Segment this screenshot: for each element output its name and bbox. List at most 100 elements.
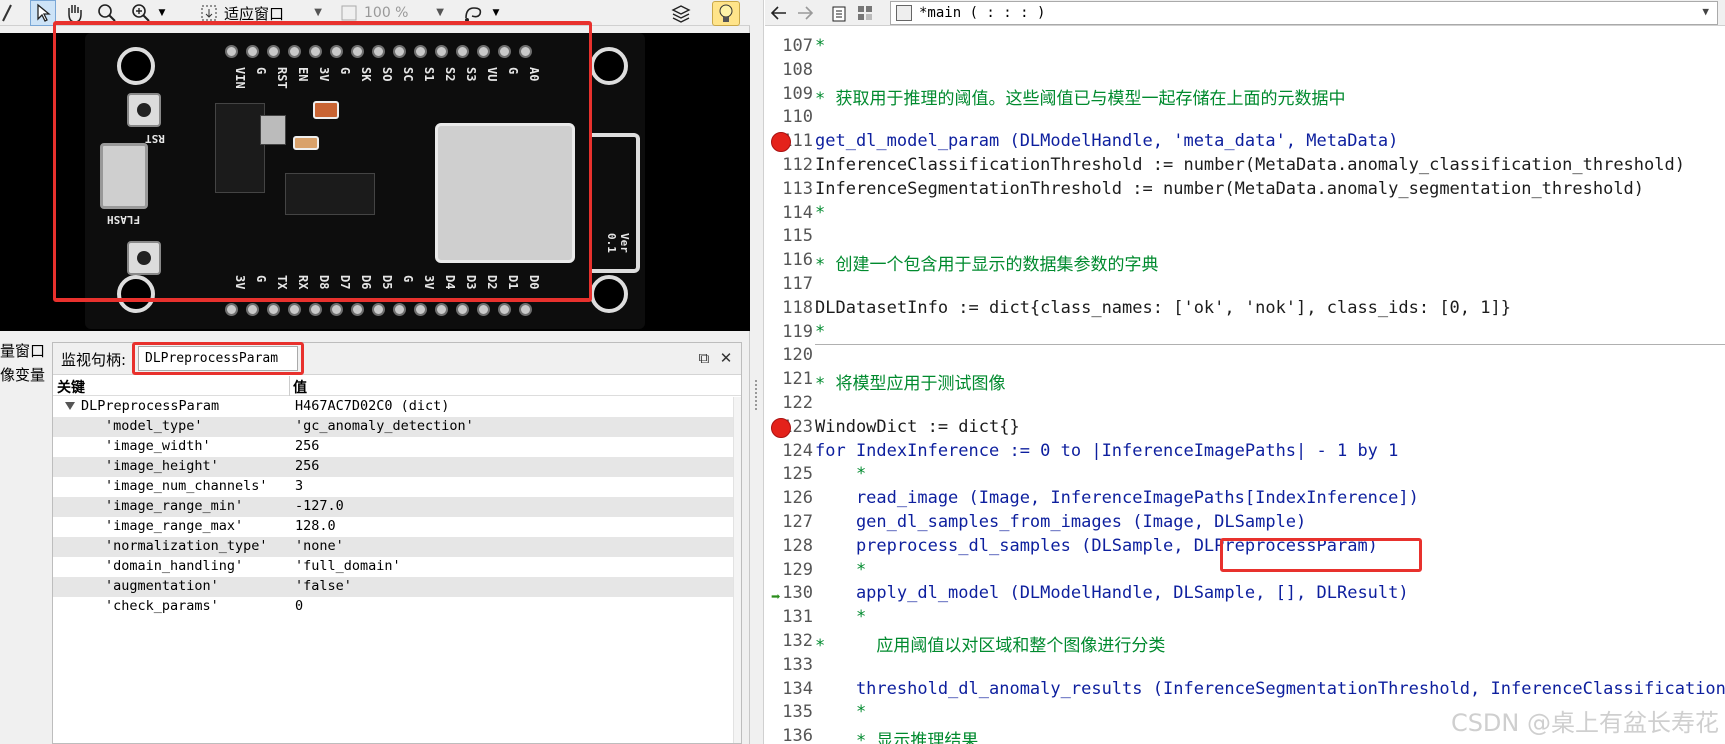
code-line[interactable]: 126 read_image (Image, InferenceImagePat… [765, 487, 1725, 511]
code-line[interactable]: 127 gen_dl_samples_from_images (Image, D… [765, 511, 1725, 535]
code-line[interactable]: 129 * [765, 559, 1725, 583]
expand-triangle-icon[interactable] [65, 402, 75, 410]
code-line[interactable]: 112 InferenceClassificationThreshold := n… [765, 154, 1725, 178]
editor-toolbar: *main ( : : : ) ▼ [765, 0, 1725, 26]
zoom-percent-value: 100 % [364, 5, 409, 21]
capacitor [293, 136, 319, 150]
pointer-icon[interactable] [30, 0, 56, 26]
code-line[interactable]: 108 [765, 59, 1725, 83]
code-line[interactable]: 121 * 将模型应用于测试图像 [765, 368, 1725, 394]
zoom-dropdown-arrow-icon[interactable]: ▼ [156, 0, 168, 26]
watch-scrollbar[interactable] [733, 397, 741, 743]
line-number: 110 [782, 107, 813, 128]
forward-arrow-icon[interactable] [793, 0, 817, 26]
panel-splitter[interactable] [750, 0, 764, 744]
code-line[interactable]: 110 [765, 106, 1725, 130]
tree-root-row[interactable]: DLPreprocessParam H467AC7D02C0 (dict) [53, 397, 741, 417]
line-number: 127 [782, 512, 813, 532]
tree-row[interactable]: 'image_range_max' 128.0 [53, 517, 741, 537]
code-line[interactable]: 107 * [765, 35, 1725, 59]
close-icon[interactable]: ✕ [717, 349, 735, 367]
code-line[interactable]: 115 [765, 225, 1725, 249]
tab-control-variables[interactable]: 量窗口 [0, 340, 45, 361]
silk-label: G [401, 275, 415, 283]
mounting-hole [117, 275, 155, 313]
hand-pan-icon[interactable] [62, 0, 88, 26]
code-line[interactable]: 130 ➡ apply_dl_model (DLModelHandle, DLSa… [765, 582, 1725, 606]
crystal [260, 115, 286, 145]
tree-row[interactable]: 'model_type' 'gc_anomaly_detection' [53, 417, 741, 437]
code-line[interactable]: 114 * [765, 202, 1725, 226]
bottom-pin-header [225, 303, 532, 316]
code-line[interactable]: 132 * 应用阈值以对区域和整个图像进行分类 [765, 630, 1725, 656]
tree-row[interactable]: 'augmentation' 'false' [53, 577, 741, 597]
code-line[interactable]: 111 get_dl_model_param (DLModelHandle, 'm… [765, 130, 1725, 154]
code-line[interactable]: 113 InferenceSegmentationThreshold := num… [765, 178, 1725, 202]
draw-region-icon[interactable] [460, 0, 486, 26]
code-line[interactable]: 125 * [765, 463, 1725, 487]
tree-row[interactable]: 'image_range_min' -127.0 [53, 497, 741, 517]
code-line[interactable]: 118 DLDatasetInfo := dict{class_names: ['… [765, 297, 1725, 321]
code-text: * [815, 559, 867, 580]
back-arrow-icon[interactable] [767, 0, 791, 26]
chevron-down-icon: ▼ [436, 7, 444, 18]
silk-label: D0 [527, 275, 541, 290]
code-line[interactable]: 119 * [765, 321, 1725, 345]
root-key: DLPreprocessParam [81, 398, 220, 414]
code-line[interactable]: 117 [765, 273, 1725, 297]
graphics-window[interactable]: VIN G RST EN 3V G SK SO SC S1 S2 S3 VU G… [0, 22, 750, 331]
zoom-percent-select[interactable]: 100 % ▼ [360, 1, 450, 25]
pen-icon[interactable] [0, 0, 14, 26]
code-line[interactable]: 123 WindowDict := dict{} [765, 416, 1725, 440]
silk-label: D5 [380, 275, 394, 290]
zoom-mode-select[interactable]: 适应窗口 ▼ [220, 1, 328, 25]
silk-label: 3V [233, 275, 247, 290]
tree-row[interactable]: 'check_params' 0 [53, 597, 741, 617]
line-number: 119 [782, 321, 813, 342]
line-number: 118 [782, 297, 813, 318]
watch-column-header: 关键 值 [53, 376, 741, 396]
code-line[interactable]: 109 * 获取用于推理的阈值。这些阈值已与模型一起存储在上面的元数据中 [765, 83, 1725, 109]
tree-row[interactable]: 'image_width' 256 [53, 437, 741, 457]
tree-row[interactable]: 'domain_handling' 'full_domain' [53, 557, 741, 577]
code-area[interactable]: 107 * 108 109 * 获取用于推理的阈值。这些阈值已与模型一起存储在上面的元数… [765, 33, 1725, 744]
tree-row[interactable]: 'image_height' 256 [53, 457, 741, 477]
code-text: gen_dl_samples_from_images (Image, DLSam… [815, 512, 1307, 532]
tree-row[interactable]: 'image_num_channels' 3 [53, 477, 741, 497]
code-line[interactable]: 116 * 创建一个包含用于显示的数据集参数的字典 [765, 249, 1725, 275]
breakpoint-icon[interactable] [771, 417, 791, 438]
watch-handle-field[interactable]: DLPreprocessParam [138, 346, 298, 371]
line-number: 129 [782, 559, 813, 580]
procedure-select[interactable]: *main ( : : : ) ▼ [890, 1, 1718, 25]
column-key[interactable]: 关键 [57, 377, 85, 397]
code-line[interactable]: 128 preprocess_dl_samples (DLSample, DLP… [765, 535, 1725, 559]
lightbulb-icon[interactable] [712, 1, 740, 26]
column-value[interactable]: 值 [293, 377, 307, 397]
code-line[interactable]: 122 [765, 392, 1725, 416]
code-text: InferenceSegmentationThreshold := number… [815, 178, 1645, 199]
pcb-image: VIN G RST EN 3V G SK SO SC S1 S2 S3 VU G… [85, 33, 645, 329]
zoom-mode-value: 适应窗口 [224, 4, 285, 23]
silk-label: EN [296, 67, 310, 82]
code-line[interactable]: 133 [765, 654, 1725, 678]
tab-iconic-variables[interactable]: 像变量 [0, 364, 45, 385]
chevron-down-icon[interactable]: ▼ [490, 0, 502, 26]
chevron-down-icon: ▼ [1702, 5, 1709, 18]
restore-window-icon[interactable]: ⧉ [695, 349, 713, 367]
code-text: * 应用阈值以对区域和整个图像进行分类 [815, 636, 1166, 656]
code-line[interactable]: 124 for IndexInference := 0 to |Inference… [765, 440, 1725, 464]
code-text: for IndexInference := 0 to |InferenceIma… [815, 440, 1399, 461]
code-line[interactable]: 120 [765, 344, 1725, 368]
magnifier-icon[interactable] [94, 0, 120, 26]
layers-icon[interactable] [668, 0, 694, 26]
mounting-hole [590, 47, 628, 85]
zoom-in-icon[interactable] [128, 0, 154, 26]
tree-row[interactable]: 'normalization_type' 'none' [53, 537, 741, 557]
clipboard-icon[interactable] [827, 0, 851, 26]
entry-value: 'gc_anomaly_detection' [295, 418, 474, 434]
program-counter-arrow-icon: ➡ [771, 587, 781, 607]
grid-icon[interactable] [853, 0, 877, 26]
code-line[interactable]: 134 threshold_dl_anomaly_results (Infere… [765, 678, 1725, 702]
entry-value: 256 [295, 438, 320, 454]
code-line[interactable]: 131 * [765, 606, 1725, 630]
